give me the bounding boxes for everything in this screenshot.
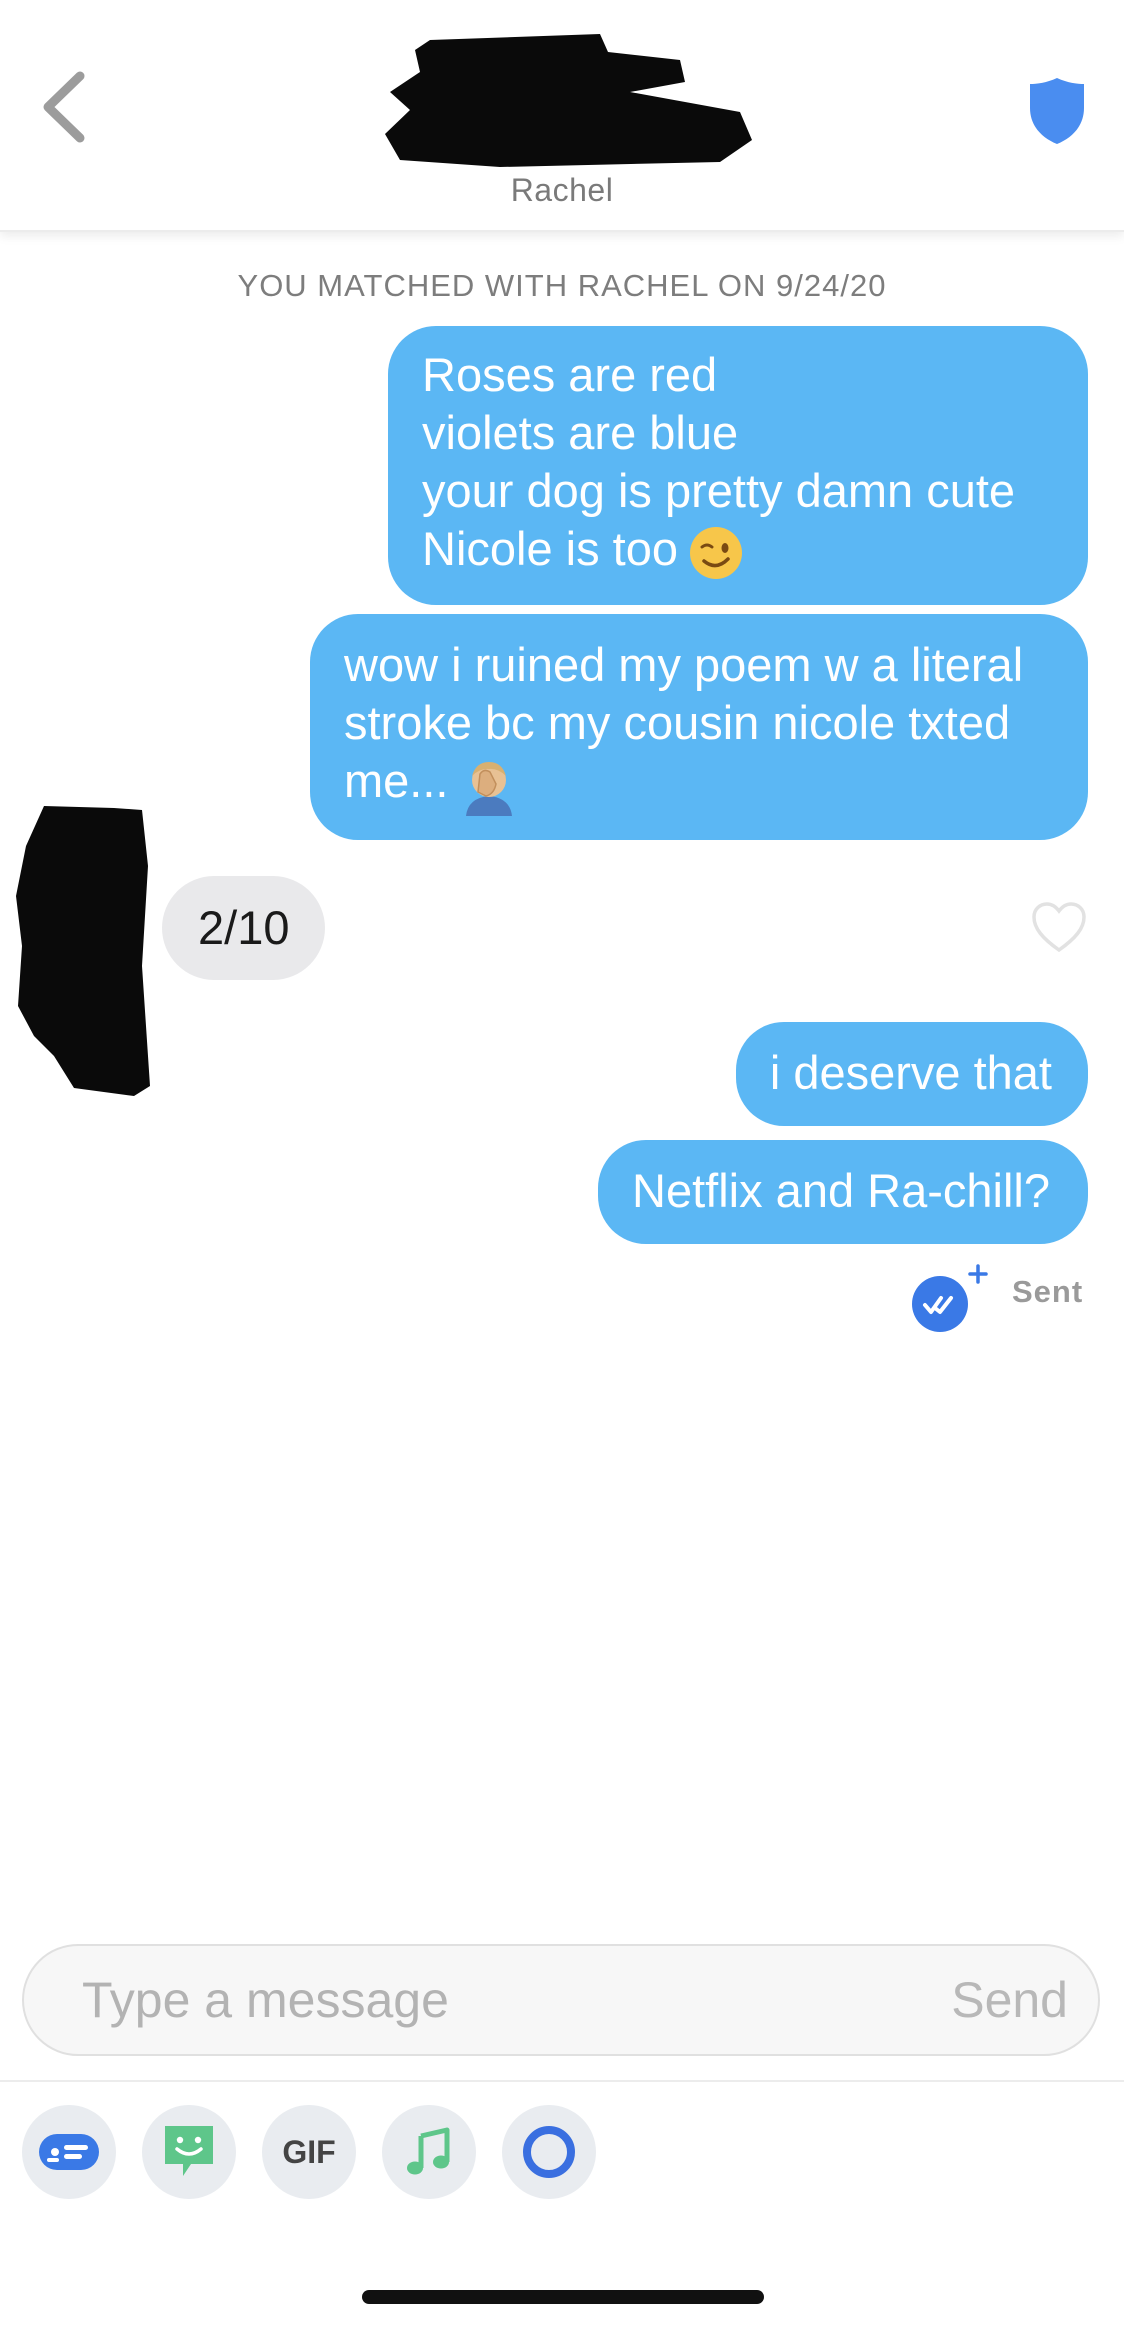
outgoing-message[interactable]: i deserve that bbox=[735, 1022, 1088, 1126]
sticker-button[interactable] bbox=[142, 2105, 236, 2199]
ring-icon bbox=[523, 2126, 575, 2178]
outgoing-message[interactable]: wow i ruined my poem w a literal stroke … bbox=[310, 614, 1088, 840]
message-line: me... bbox=[344, 754, 449, 807]
music-icon bbox=[407, 2127, 450, 2175]
music-button[interactable] bbox=[382, 2105, 476, 2199]
message-line: your dog is pretty damn cute bbox=[422, 464, 1016, 517]
like-message-button[interactable] bbox=[1030, 900, 1088, 954]
winking-face-emoji-icon bbox=[690, 526, 742, 579]
message-composer: Send bbox=[22, 1944, 1100, 2056]
their-avatar-redacted[interactable] bbox=[14, 806, 160, 1096]
sticker-icon bbox=[165, 2126, 213, 2176]
message-text: i deserve that bbox=[769, 1046, 1052, 1099]
chevron-left-icon bbox=[43, 71, 85, 143]
outgoing-message[interactable]: Roses are red violets are blue your dog … bbox=[388, 326, 1088, 605]
gif-button[interactable]: GIF bbox=[262, 2105, 356, 2199]
gif-icon: GIF bbox=[282, 2133, 336, 2170]
facepalm-emoji-icon bbox=[466, 761, 513, 816]
loop-button[interactable] bbox=[502, 2105, 596, 2199]
message-line: Nicole is too bbox=[422, 522, 678, 575]
send-button[interactable]: Send bbox=[951, 1946, 1068, 2054]
message-line: Roses are red bbox=[422, 348, 718, 401]
safety-button[interactable] bbox=[1026, 74, 1088, 146]
back-button[interactable] bbox=[30, 62, 100, 152]
message-text: Netflix and Ra-chill? bbox=[632, 1164, 1050, 1217]
card-button[interactable] bbox=[22, 2105, 116, 2199]
card-icon bbox=[39, 2134, 99, 2170]
read-receipt-icon[interactable] bbox=[910, 1262, 990, 1334]
match-name[interactable]: Rachel bbox=[0, 172, 1124, 209]
heart-icon bbox=[1032, 902, 1086, 953]
home-indicator[interactable] bbox=[362, 2290, 764, 2304]
message-line: stroke bc my cousin nicole txted bbox=[344, 696, 1011, 749]
incoming-message[interactable]: 2/10 bbox=[162, 876, 326, 980]
message-line: violets are blue bbox=[422, 406, 739, 459]
shield-icon bbox=[1030, 78, 1084, 144]
message-input[interactable] bbox=[82, 1946, 882, 2054]
message-status: Sent bbox=[1012, 1274, 1084, 1309]
toolbar-divider bbox=[0, 2080, 1124, 2082]
outgoing-message[interactable]: Netflix and Ra-chill? bbox=[598, 1140, 1088, 1244]
message-line: wow i ruined my poem w a literal bbox=[344, 638, 1024, 691]
chat-header: Rachel bbox=[0, 0, 1124, 232]
profile-photo-redacted[interactable] bbox=[380, 22, 760, 172]
match-date-notice: YOU MATCHED WITH RACHEL ON 9/24/20 bbox=[237, 268, 887, 303]
